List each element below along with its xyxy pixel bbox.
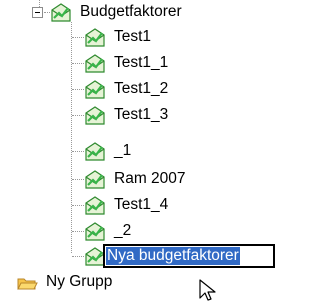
tree-node-label: _1 <box>114 142 132 160</box>
envelope-icon <box>85 141 105 161</box>
envelope-icon <box>85 53 105 73</box>
envelope-icon <box>85 195 105 215</box>
tree-connector <box>72 256 84 257</box>
rename-input[interactable]: Nya budgetfaktorer <box>103 244 275 268</box>
tree-node-budgetfaktorer[interactable]: Budgetfaktorer <box>50 0 182 25</box>
tree-connector <box>72 231 84 232</box>
tree-connector <box>72 179 84 180</box>
tree-node-label: Budgetfaktorer <box>80 3 182 21</box>
tree-node-label: Test1_4 <box>114 196 169 214</box>
envelope-icon <box>85 79 105 99</box>
tree-node-label: Ny Grupp <box>46 273 113 291</box>
tree-node-test1-3[interactable]: Test1_3 <box>84 102 168 128</box>
envelope-icon <box>51 2 71 22</box>
tree-connector <box>72 89 84 90</box>
tree-connector <box>72 63 84 64</box>
tree-node-label: Test1_1 <box>114 54 169 72</box>
tree-node-test1[interactable]: Test1 <box>84 24 151 50</box>
tree-node-2[interactable]: _2 <box>84 218 131 244</box>
tree-connector <box>72 205 84 206</box>
tree-node-test1-1[interactable]: Test1_1 <box>84 50 168 76</box>
tree-node-1[interactable]: _1 <box>84 138 131 164</box>
tree-node-test1-2[interactable]: Test1_2 <box>84 76 168 102</box>
tree-connector <box>71 22 72 253</box>
tree-node-label: _2 <box>114 222 132 240</box>
folder-icon <box>17 278 38 289</box>
tree-node-ny-grupp[interactable]: Ny Grupp <box>16 269 112 295</box>
tree-node-label: Ram 2007 <box>114 170 186 188</box>
tree-node-label: Test1 <box>114 28 152 46</box>
tree-connector <box>72 151 84 152</box>
envelope-icon <box>85 105 105 125</box>
tree-view: Budgetfaktorer Test1 Test1_1 Test1_2 Tes… <box>0 0 296 301</box>
tree-node-test1-4[interactable]: Test1_4 <box>84 192 168 218</box>
tree-node-label: Test1_2 <box>114 80 169 98</box>
tree-node-ram-2007[interactable]: Ram 2007 <box>84 166 186 192</box>
envelope-icon <box>85 169 105 189</box>
envelope-icon <box>85 221 105 241</box>
tree-connector <box>72 115 84 116</box>
envelope-icon <box>85 27 105 47</box>
mouse-pointer-icon <box>199 279 216 301</box>
tree-connector <box>72 37 84 38</box>
tree-node-label: Test1_3 <box>114 106 169 124</box>
collapse-toggle[interactable] <box>32 7 43 18</box>
rename-input-selected-text: Nya budgetfaktorer <box>106 246 240 266</box>
